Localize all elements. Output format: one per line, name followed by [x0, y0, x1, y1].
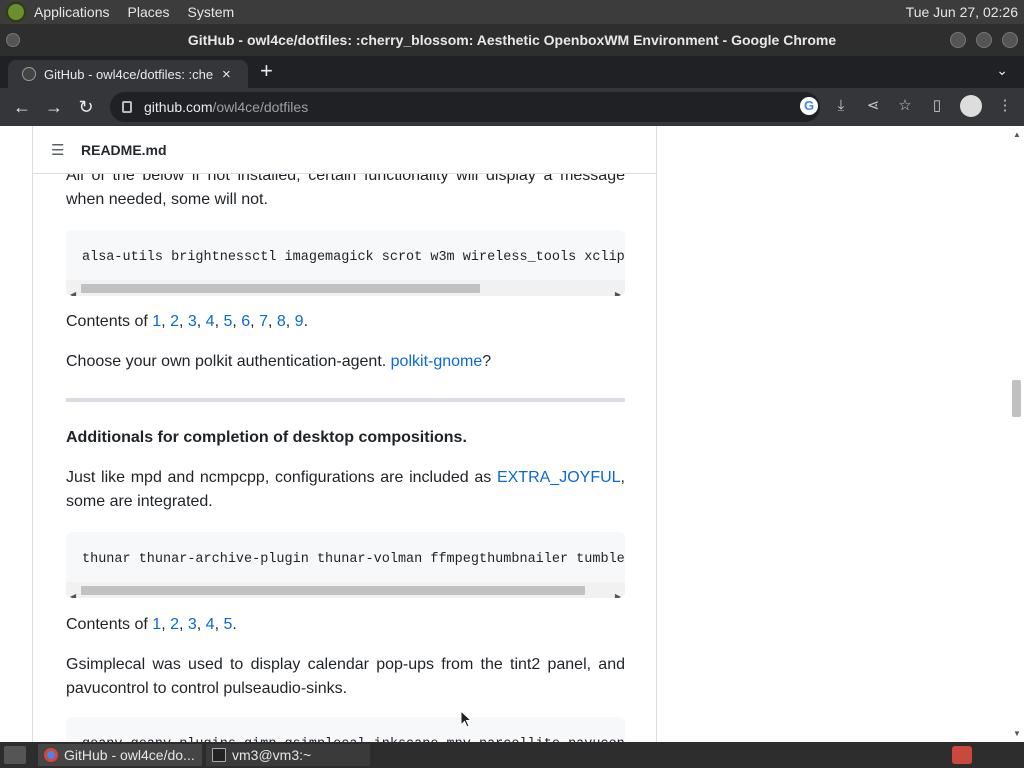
profile-avatar-icon[interactable]	[960, 95, 982, 117]
readme-filename: README.md	[81, 141, 167, 158]
forward-button[interactable]: →	[38, 97, 70, 118]
terminal-icon	[212, 748, 226, 762]
horizontal-rule	[66, 398, 625, 402]
polkit-suffix: ?	[482, 353, 492, 370]
contents-link-4[interactable]: 4	[206, 313, 215, 330]
scroll-right-icon[interactable]: ▶	[615, 283, 621, 296]
github-favicon-icon	[22, 67, 36, 81]
code-block-2: thunar thunar-archive-plugin thunar-volm…	[66, 532, 625, 598]
contents2-link-4[interactable]: 4	[206, 616, 215, 633]
page-scroll-thumb[interactable]	[1012, 380, 1021, 417]
show-desktop-icon[interactable]	[4, 746, 26, 764]
extras-text-a: Just like mpd and ncmpcpp, configuration…	[66, 469, 497, 486]
contents-link-8[interactable]: 8	[277, 313, 286, 330]
gsimplecal-paragraph: Gsimplecal was used to display calendar …	[66, 656, 625, 697]
applications-menu[interactable]: Applications	[34, 4, 110, 20]
window-titlebar[interactable]: GitHub - owl4ce/dotfiles: :cherry_blosso…	[0, 24, 1024, 56]
section-heading: Additionals for completion of desktop co…	[66, 429, 467, 446]
code-block-2-scrollbar[interactable]: ◀ ▶	[66, 582, 625, 598]
maximize-icon[interactable]	[976, 32, 992, 48]
panel-clock[interactable]: Tue Jun 27, 02:26	[906, 4, 1018, 20]
contents-link-9[interactable]: 9	[295, 313, 304, 330]
browser-toolbar: ← → ↻ github.com/owl4ce/dotfiles G ⤓ ⋖ ☆…	[0, 88, 1024, 126]
code-block-1: alsa-utils brightnessctl imagemagick scr…	[66, 230, 625, 296]
url-path: /owl4ce/dotfiles	[212, 99, 309, 115]
taskbar-item-label: GitHub - owl4ce/do...	[64, 747, 195, 763]
tab-github[interactable]: GitHub - owl4ce/dotfiles: :cherry_blosso…	[8, 60, 248, 88]
lock-icon[interactable]	[122, 101, 132, 113]
contents-link-5[interactable]: 5	[223, 313, 232, 330]
page-content: ☰ README.md All of the below if not inst…	[0, 126, 1024, 742]
code-block-2-text: thunar thunar-archive-plugin thunar-volm…	[82, 552, 625, 567]
address-bar[interactable]: github.com/owl4ce/dotfiles	[110, 92, 820, 122]
code-block-1-text: alsa-utils brightnessctl imagemagick scr…	[82, 250, 625, 265]
new-tab-button[interactable]: +	[260, 60, 273, 82]
scroll-down-icon[interactable]: ▼	[1013, 729, 1021, 738]
code-block-3: geany geany-plugins gimp gsimplecal inks…	[66, 717, 625, 742]
contents-line-1: Contents of 1, 2, 3, 4, 5, 6, 7, 8, 9.	[66, 313, 309, 330]
system-menu[interactable]: System	[188, 4, 235, 20]
share-icon[interactable]: ⋖	[864, 97, 882, 115]
scroll-left-icon[interactable]: ◀	[70, 585, 76, 598]
tab-strip: GitHub - owl4ce/dotfiles: :cherry_blosso…	[0, 56, 1024, 88]
contents-link-7[interactable]: 7	[259, 313, 268, 330]
scroll-left-icon[interactable]: ◀	[70, 283, 76, 296]
polkit-gnome-link[interactable]: polkit-gnome	[391, 353, 483, 370]
page-scrollbar[interactable]: ▲ ▼	[1009, 126, 1024, 742]
scroll-up-icon[interactable]: ▲	[1013, 130, 1021, 139]
contents2-link-1[interactable]: 1	[152, 616, 161, 633]
window-title: GitHub - owl4ce/dotfiles: :cherry_blosso…	[187, 32, 837, 48]
close-tab-icon[interactable]: ×	[222, 66, 231, 83]
code-block-1-scrollbar[interactable]: ◀ ▶	[66, 280, 625, 296]
outline-list-icon[interactable]: ☰	[51, 141, 67, 159]
taskbar: GitHub - owl4ce/do... vm3@vm3:~	[0, 742, 1024, 768]
readme-panel: ☰ README.md All of the below if not inst…	[32, 126, 657, 742]
google-lens-icon[interactable]: G	[800, 97, 818, 115]
extras-paragraph: Just like mpd and ncmpcpp, configuration…	[66, 466, 625, 514]
bookmark-star-icon[interactable]: ☆	[896, 97, 914, 115]
polkit-paragraph: Choose your own polkit authentication-ag…	[66, 350, 625, 374]
distro-logo-icon[interactable]	[6, 2, 26, 22]
reload-button[interactable]: ↻	[70, 97, 102, 118]
system-panel: Applications Places System Tue Jun 27, 0…	[0, 0, 1024, 24]
minimize-icon[interactable]	[950, 32, 966, 48]
url-host: github.com	[144, 99, 213, 115]
taskbar-item-chrome[interactable]: GitHub - owl4ce/do...	[38, 744, 202, 766]
tab-label: GitHub - owl4ce/dotfiles: :cherry_blosso…	[44, 66, 214, 82]
contents2-link-3[interactable]: 3	[188, 616, 197, 633]
contents-link-2[interactable]: 2	[170, 313, 179, 330]
scroll-thumb[interactable]	[81, 284, 480, 293]
side-panel-icon[interactable]: ▯	[928, 97, 946, 115]
taskbar-item-label: vm3@vm3:~	[232, 747, 312, 763]
contents-prefix: Contents of	[66, 313, 153, 330]
mouse-cursor-icon	[460, 710, 472, 728]
code-block-3-text: geany geany-plugins gimp gsimplecal inks…	[82, 733, 625, 742]
places-menu[interactable]: Places	[128, 4, 170, 20]
contents2-link-5[interactable]: 5	[223, 616, 232, 633]
contents-link-6[interactable]: 6	[241, 313, 250, 330]
chrome-menu-icon[interactable]: ⋮	[996, 97, 1014, 115]
close-window-icon[interactable]	[1002, 32, 1018, 48]
contents2-link-2[interactable]: 2	[170, 616, 179, 633]
contents-prefix: Contents of	[66, 616, 153, 633]
back-button[interactable]: ←	[6, 97, 38, 118]
window-controls	[950, 32, 1018, 48]
scroll-right-icon[interactable]: ▶	[615, 585, 621, 598]
taskbar-item-terminal[interactable]: vm3@vm3:~	[206, 744, 370, 766]
tab-search-icon[interactable]: ⌄	[996, 62, 1008, 79]
tray-chrome-icon[interactable]	[952, 746, 972, 764]
extra-joyful-link[interactable]: EXTRA_JOYFUL	[497, 469, 621, 486]
scroll-thumb[interactable]	[81, 586, 585, 595]
readme-header: ☰ README.md	[33, 126, 656, 174]
panel-menu: Applications Places System	[34, 4, 234, 20]
toolbar-actions: G ⤓ ⋖ ☆ ▯ ⋮	[800, 95, 1014, 117]
chrome-icon	[44, 748, 58, 762]
install-app-icon[interactable]: ⤓	[832, 97, 850, 115]
contents-link-3[interactable]: 3	[188, 313, 197, 330]
contents-link-1[interactable]: 1	[152, 313, 161, 330]
contents-line-2: Contents of 1, 2, 3, 4, 5.	[66, 616, 237, 633]
polkit-text: Choose your own polkit authentication-ag…	[66, 353, 391, 370]
window-menu-icon[interactable]	[6, 33, 20, 47]
